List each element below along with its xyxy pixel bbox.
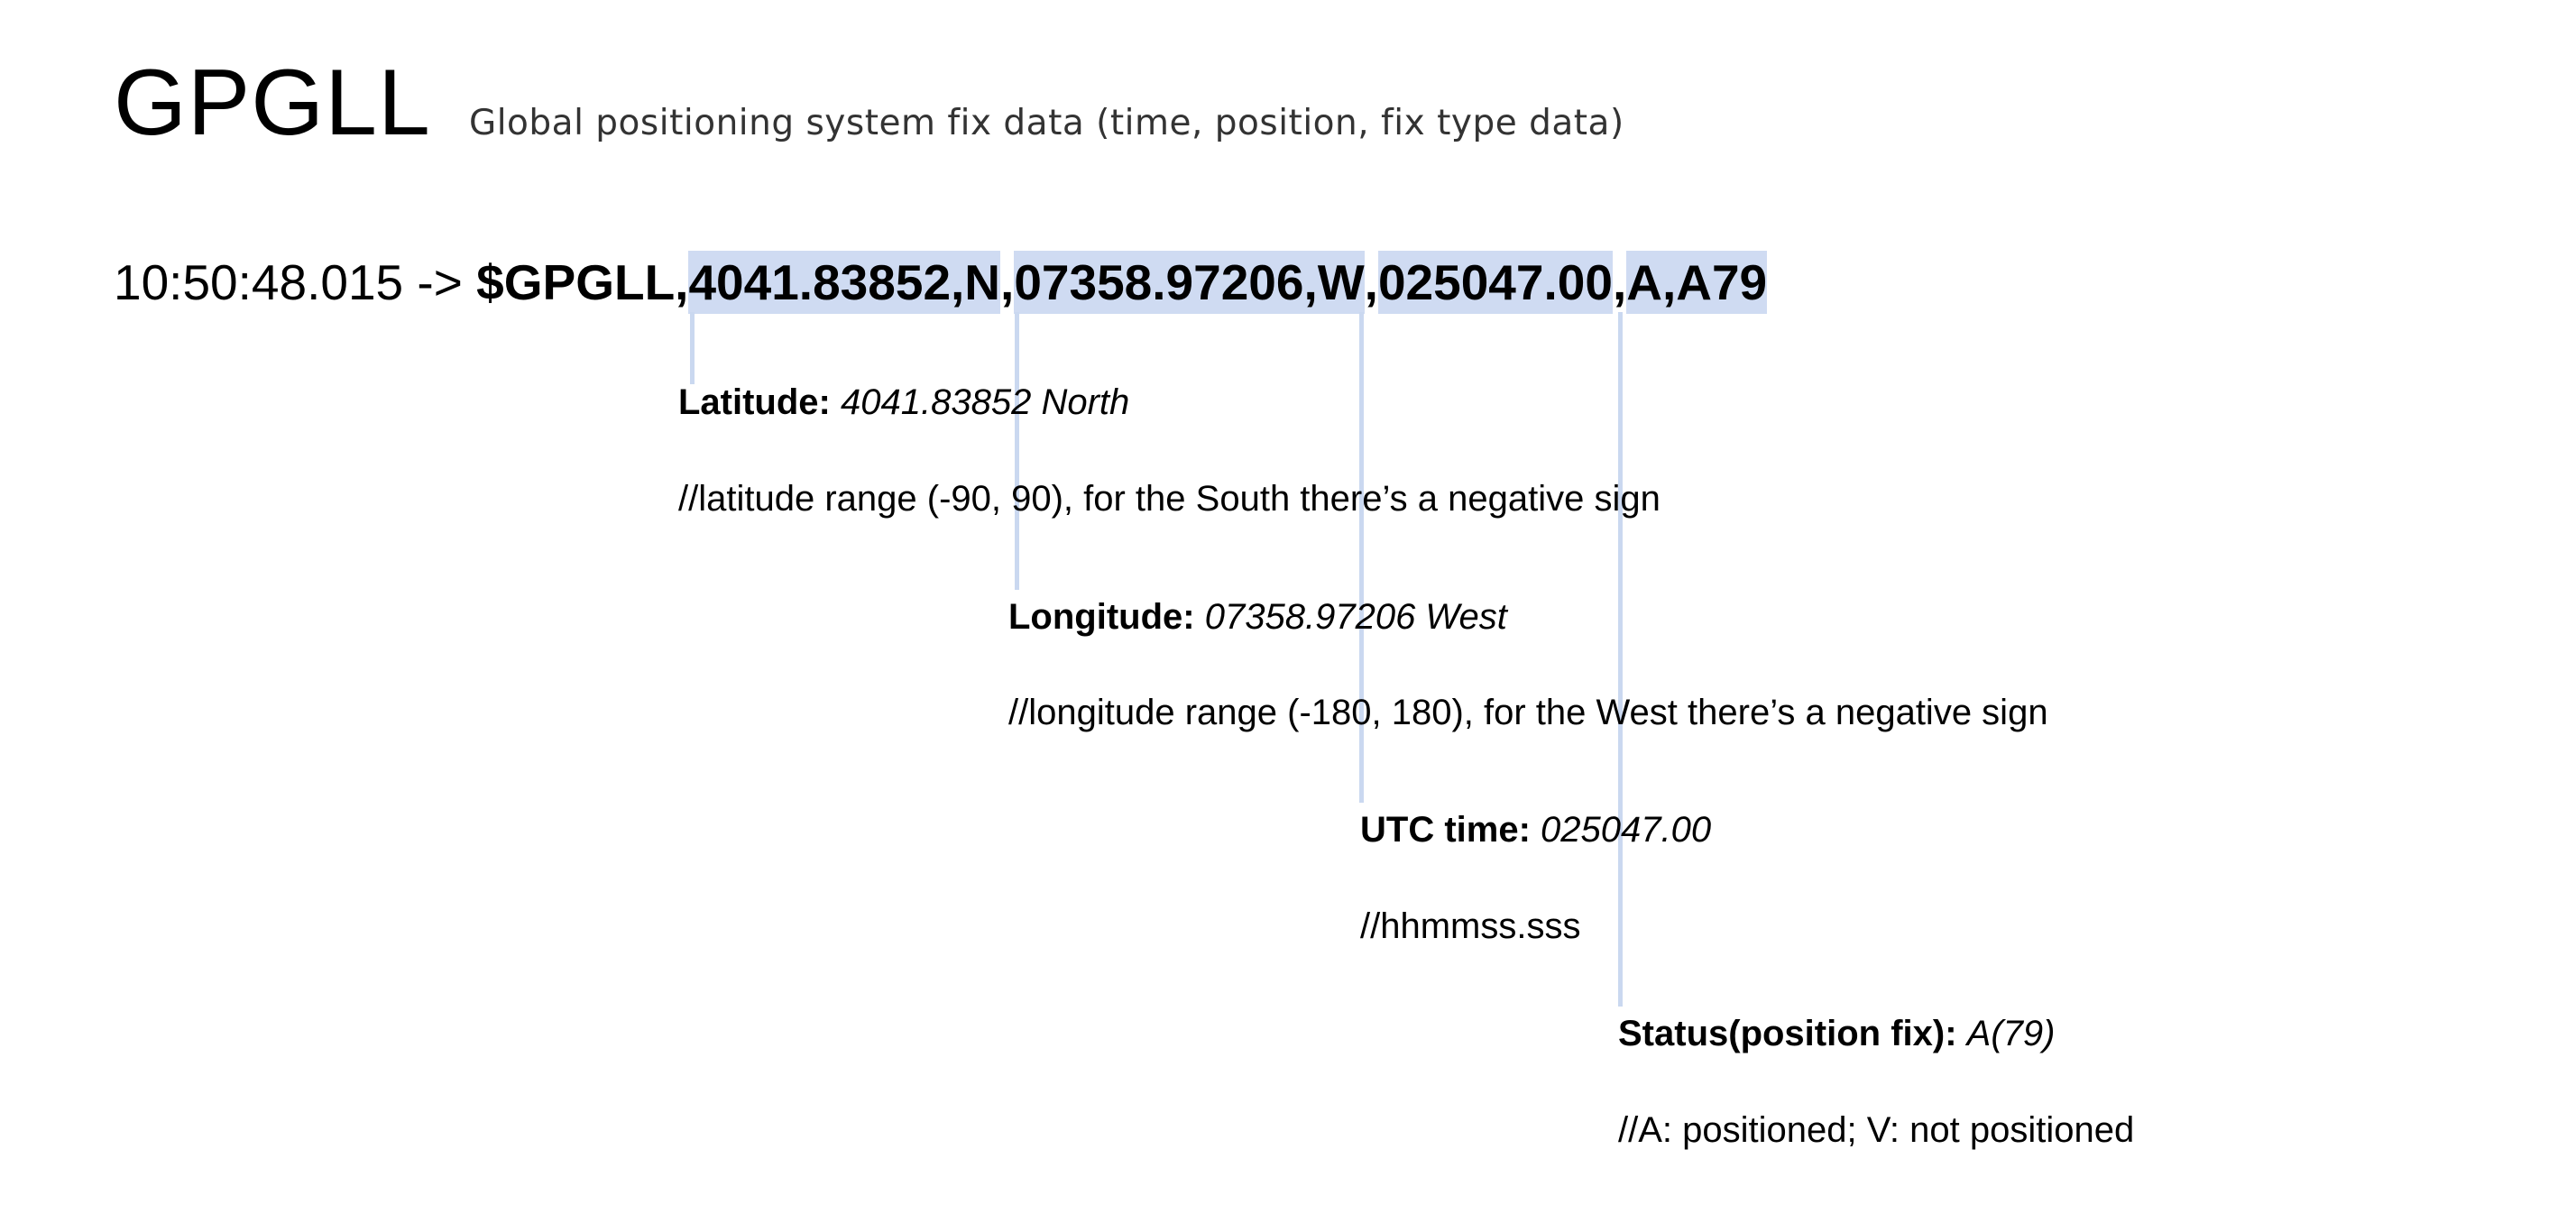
latitude-value: 4041.83852 North (841, 382, 1130, 422)
longitude-field: 07358.97206,W (1014, 251, 1365, 314)
talker-id: $GPGLL, (476, 254, 689, 310)
field-separator: , (1612, 254, 1627, 310)
status-field: A,A79 (1626, 251, 1768, 314)
latitude-label: Latitude: (678, 382, 831, 422)
utc-time-label: UTC time: (1360, 810, 1531, 850)
latitude-note: //latitude range (-90, 90), for the Sout… (678, 479, 1661, 519)
longitude-label: Longitude: (1008, 597, 1195, 637)
status-note: //A: positioned; V: not positioned (1618, 1110, 2135, 1150)
latitude-leader-line (690, 312, 695, 384)
timestamp-prefix: 10:50:48.015 -> (114, 254, 477, 310)
status-annotation: Status(position fix): A(79) (1618, 1016, 2055, 1052)
longitude-annotation: Longitude: 07358.97206 West (1008, 599, 1507, 635)
page-title: GPGLL (114, 51, 431, 155)
utc-time-annotation: UTC time: 025047.00 (1360, 812, 1711, 848)
field-separator: , (1000, 254, 1015, 310)
nmea-sentence: 10:50:48.015 -> $GPGLL,4041.83852,N,0735… (114, 251, 1768, 314)
longitude-note: //longitude range (-180, 180), for the W… (1008, 693, 2048, 732)
status-value: A(79) (1966, 1014, 2056, 1053)
utc-time-note: //hhmmss.sss (1360, 906, 1581, 946)
longitude-leader-line (1015, 312, 1019, 590)
status-label: Status(position fix): (1618, 1014, 1957, 1053)
field-separator: , (1364, 254, 1378, 310)
latitude-field: 4041.83852,N (688, 251, 1001, 314)
longitude-value: 07358.97206 West (1204, 597, 1507, 637)
page-subtitle: Global positioning system fix data (time… (469, 103, 1624, 143)
utc-time-value: 025047.00 (1541, 810, 1712, 850)
status-leader-line (1618, 312, 1623, 1007)
utc-time-field: 025047.00 (1377, 251, 1613, 314)
latitude-annotation: Latitude: 4041.83852 North (678, 384, 1129, 420)
